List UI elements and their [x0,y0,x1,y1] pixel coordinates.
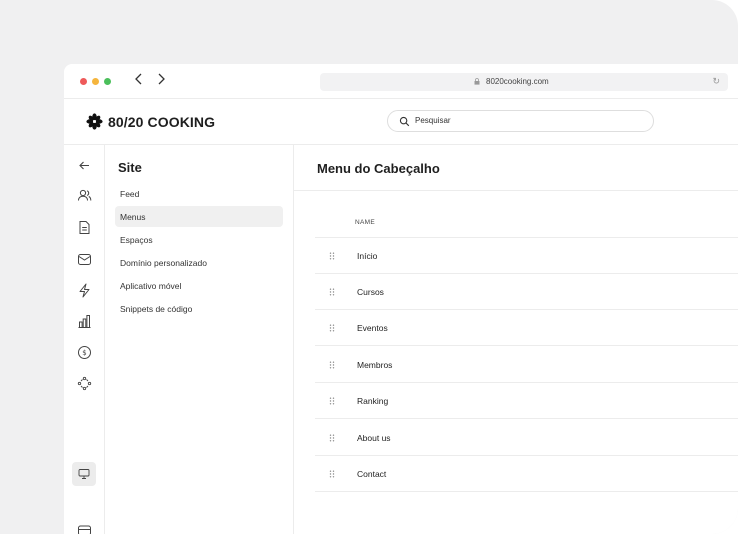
url-text: 8020cooking.com [486,77,549,86]
drag-handle-icon[interactable] [329,470,335,478]
search-placeholder: Pesquisar [415,116,451,125]
row-name: Contact [357,469,387,479]
chevron-right-icon[interactable] [156,72,166,90]
row-name: Ranking [357,396,389,406]
row-name: Cursos [357,287,384,297]
page-title: Menu do Cabeçalho [317,161,440,176]
backdrop: 8020cooking.com ↻ 80/20 COOKING Pesquisa… [0,0,738,534]
table-row[interactable]: Contact [315,456,738,492]
site-item-dominio[interactable]: Domínio personalizado [115,252,283,273]
app-header: 80/20 COOKING Pesquisar [64,99,738,145]
reload-icon[interactable]: ↻ [712,76,720,87]
column-header-name[interactable]: NAME [355,219,375,226]
chevron-left-icon[interactable] [134,72,144,90]
monitor-icon[interactable] [72,462,96,486]
bolt-icon[interactable] [76,282,93,299]
table-row[interactable]: Cursos [315,274,738,310]
svg-text:$: $ [82,349,86,357]
logo-icon [86,113,103,130]
main-content: Menu do Cabeçalho NAME Início Cursos Eve… [294,145,738,534]
coin-icon[interactable]: $ [76,344,93,361]
chart-icon[interactable] [76,313,93,330]
page-header: Menu do Cabeçalho [294,145,738,191]
table-row[interactable]: Membros [315,347,738,383]
search-input[interactable]: Pesquisar [387,110,654,132]
table-row[interactable]: Início [315,238,738,274]
brand-name[interactable]: 80/20 COOKING [108,114,215,130]
browser-window: 8020cooking.com ↻ 80/20 COOKING Pesquisa… [64,64,738,534]
row-name: Eventos [357,323,388,333]
drag-handle-icon[interactable] [329,434,335,442]
site-panel: Site Feed Menus Espaços Domínio personal… [105,145,294,534]
document-icon[interactable] [76,219,93,236]
row-name: About us [357,433,391,443]
drag-handle-icon[interactable] [329,252,335,260]
row-name: Início [357,251,378,261]
address-bar[interactable]: 8020cooking.com ↻ [320,73,728,91]
mail-icon[interactable] [76,251,93,268]
row-name: Membros [357,360,393,370]
arrow-left-icon[interactable] [76,157,93,174]
card-icon[interactable] [76,522,93,534]
minimize-window-button[interactable] [92,78,99,85]
table-row[interactable]: Eventos [315,310,738,346]
site-item-menus[interactable]: Menus [115,206,283,227]
browser-toolbar: 8020cooking.com ↻ [64,64,738,99]
drag-handle-icon[interactable] [329,397,335,405]
site-item-aplicativo[interactable]: Aplicativo móvel [115,275,283,296]
table-row[interactable]: About us [315,420,738,456]
maximize-window-button[interactable] [104,78,111,85]
users-icon[interactable] [76,187,93,204]
site-item-feed[interactable]: Feed [115,183,283,204]
table-row[interactable]: Ranking [315,383,738,419]
icon-rail: $ [64,145,105,534]
drag-handle-icon[interactable] [329,324,335,332]
search-icon [399,116,410,127]
close-window-button[interactable] [80,78,87,85]
drag-handle-icon[interactable] [329,288,335,296]
lock-icon [474,78,480,85]
site-item-espacos[interactable]: Espaços [115,229,283,250]
drag-handle-icon[interactable] [329,361,335,369]
site-title: Site [118,160,142,175]
integrations-icon[interactable] [76,375,93,392]
site-item-snippets[interactable]: Snippets de código [115,298,283,319]
